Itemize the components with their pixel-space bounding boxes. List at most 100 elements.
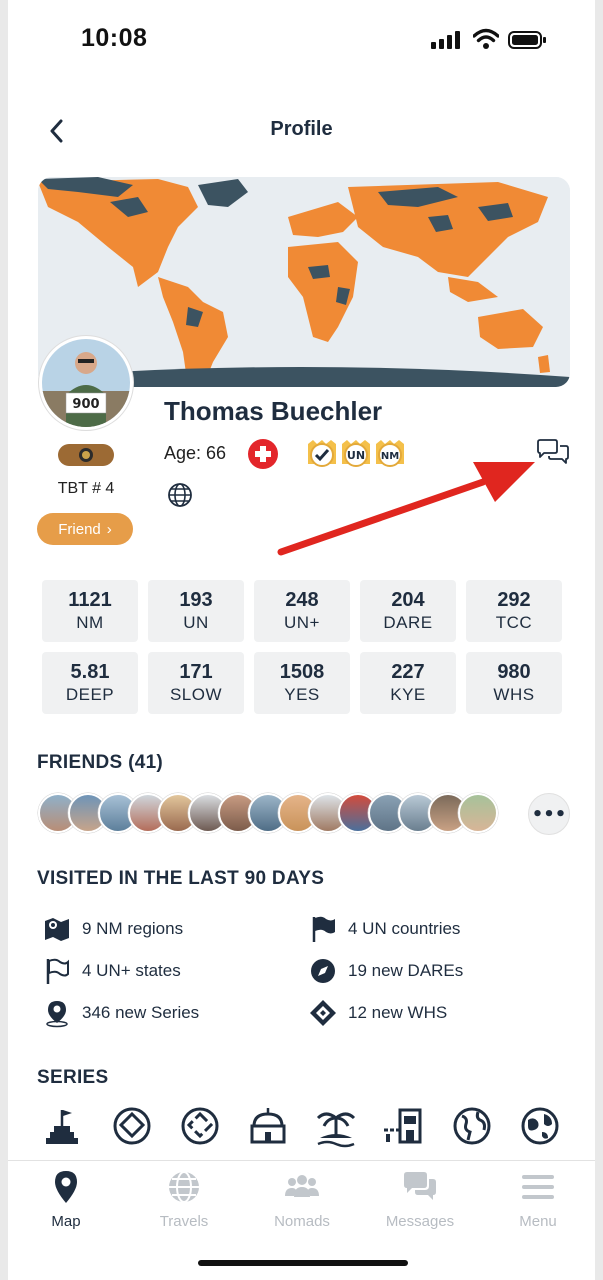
hamburger-icon — [522, 1175, 554, 1199]
stat-tcc[interactable]: 292 TCC — [466, 580, 562, 642]
series-section-title: SERIES — [37, 1067, 109, 1088]
visited-item-series: 346 new Series — [42, 1001, 200, 1028]
svg-text:900: 900 — [72, 397, 99, 412]
age-label: Age: 66 — [164, 443, 227, 463]
visited-item-text: 9 NM regions — [82, 919, 184, 938]
flag-icon — [312, 916, 335, 942]
svg-text:UN: UN — [347, 449, 365, 462]
rank-emblem-icon — [79, 448, 93, 462]
stat-value: 5.81 — [70, 661, 110, 683]
visited-item-whs: 12 new WHS — [308, 1000, 448, 1026]
chevron-right-icon: › — [106, 520, 112, 538]
home-indicator[interactable] — [198, 1260, 408, 1266]
stat-value: 1121 — [68, 589, 112, 611]
tab-label: Messages — [385, 1213, 455, 1230]
un-badge-icon: UN — [342, 440, 370, 467]
stat-label: NM — [76, 613, 104, 632]
rank-badge — [58, 444, 114, 466]
wifi-icon — [473, 28, 499, 49]
stat-value: 227 — [391, 661, 425, 683]
tab-map[interactable]: Map — [11, 1169, 121, 1230]
flag-outline-icon — [46, 958, 69, 984]
visited-item-dares: 19 new DAREs — [308, 959, 463, 983]
stat-label: DEEP — [65, 685, 115, 704]
stat-label: TCC — [495, 613, 533, 632]
stat-yes[interactable]: 1508 YES — [254, 652, 350, 714]
stats-grid: 1121 NM 193 UN 248 UN+ 204 DARE 292 TCC 5.81 D… — [42, 580, 565, 714]
friend-avatar[interactable] — [458, 793, 498, 833]
visited-item-text: 4 UN+ states — [82, 961, 181, 980]
map-region-icon — [45, 918, 69, 941]
stat-value: 1508 — [279, 661, 325, 683]
phone-screen: 10:08 Profile 900 TBT # 4 Friend › Thoma… — [8, 0, 595, 1280]
tbt-rank-label: TBT # 4 — [57, 480, 115, 497]
visited-item-un-countries: 4 UN countries — [308, 916, 461, 942]
stat-value: 248 — [285, 589, 319, 611]
compass-icon — [311, 959, 335, 983]
friends-section-title: FRIENDS (41) — [37, 752, 164, 773]
friend-button[interactable]: Friend › — [37, 513, 133, 545]
stat-value: 193 — [179, 589, 213, 611]
earth-regions-icon[interactable] — [518, 1104, 562, 1148]
stat-label: UN — [183, 613, 209, 632]
stat-label: KYE — [390, 685, 426, 704]
whs-diamond-icon — [310, 1000, 336, 1026]
map-pin-icon — [55, 1171, 77, 1203]
island-palm-icon[interactable] — [314, 1104, 358, 1148]
tab-travels[interactable]: Travels — [129, 1169, 239, 1230]
friends-avatar-row[interactable] — [38, 793, 508, 835]
stat-kye[interactable]: 227 KYE — [360, 652, 456, 714]
tab-nomads[interactable]: Nomads — [247, 1169, 357, 1230]
stat-label: DARE — [383, 613, 433, 632]
more-friends-button[interactable]: ••• — [528, 793, 570, 835]
tab-label: Menu — [519, 1213, 557, 1230]
stat-label: UN+ — [284, 613, 320, 632]
summit-flag-icon[interactable] — [42, 1104, 86, 1148]
stat-label: WHS — [493, 685, 535, 704]
messages-icon — [404, 1172, 436, 1200]
battery-icon — [508, 31, 546, 49]
stat-label: SLOW — [169, 685, 223, 704]
stat-value: 292 — [497, 589, 531, 611]
stat-value: 204 — [391, 589, 425, 611]
avatar-photo: 900 — [42, 339, 130, 427]
visited-item-text: 12 new WHS — [348, 1003, 448, 1022]
svg-text:NM: NM — [381, 451, 399, 462]
swiss-flag-icon — [248, 439, 278, 469]
unesco-site-icon[interactable] — [110, 1104, 154, 1148]
globe-country-icon[interactable] — [450, 1104, 494, 1148]
page-title: Profile — [270, 118, 333, 140]
visited-item-un-plus-states: 4 UN+ states — [42, 958, 181, 984]
capital-building-icon[interactable] — [246, 1104, 290, 1148]
stat-value: 171 — [179, 661, 213, 683]
globe-icon — [169, 1171, 199, 1203]
stat-un[interactable]: 193 UN — [148, 580, 244, 642]
friend-button-label: Friend — [58, 520, 101, 538]
stat-label: YES — [284, 685, 320, 704]
tab-messages[interactable]: Messages — [365, 1169, 475, 1230]
stat-dare[interactable]: 204 DARE — [360, 580, 456, 642]
chat-bubbles-icon[interactable] — [535, 438, 571, 468]
visited-section-title: VISITED IN THE LAST 90 DAYS — [37, 868, 325, 889]
nm-badge-icon: NM — [376, 440, 404, 467]
stat-deep[interactable]: 5.81 DEEP — [42, 652, 138, 714]
tab-label: Nomads — [274, 1213, 330, 1230]
avatar[interactable]: 900 — [39, 336, 133, 430]
border-crossing-icon[interactable] — [382, 1104, 426, 1148]
location-pin-icon — [46, 1001, 68, 1028]
stat-whs[interactable]: 980 WHS — [466, 652, 562, 714]
verification-badges: UN NM — [308, 440, 404, 467]
tab-label: Travels — [159, 1213, 209, 1230]
stat-slow[interactable]: 171 SLOW — [148, 652, 244, 714]
globe-icon[interactable] — [167, 482, 193, 508]
tentative-site-icon[interactable] — [178, 1104, 222, 1148]
visited-item-nm-regions: 9 NM regions — [42, 917, 183, 941]
tab-label: Map — [51, 1213, 81, 1230]
visited-item-text: 346 new Series — [82, 1003, 200, 1022]
visited-item-text: 4 UN countries — [348, 919, 461, 938]
stat-nm[interactable]: 1121 NM — [42, 580, 138, 642]
tab-menu[interactable]: Menu — [483, 1169, 593, 1230]
series-icons-row — [42, 1104, 562, 1154]
stat-un-plus[interactable]: 248 UN+ — [254, 580, 350, 642]
stat-value: 980 — [497, 661, 531, 683]
